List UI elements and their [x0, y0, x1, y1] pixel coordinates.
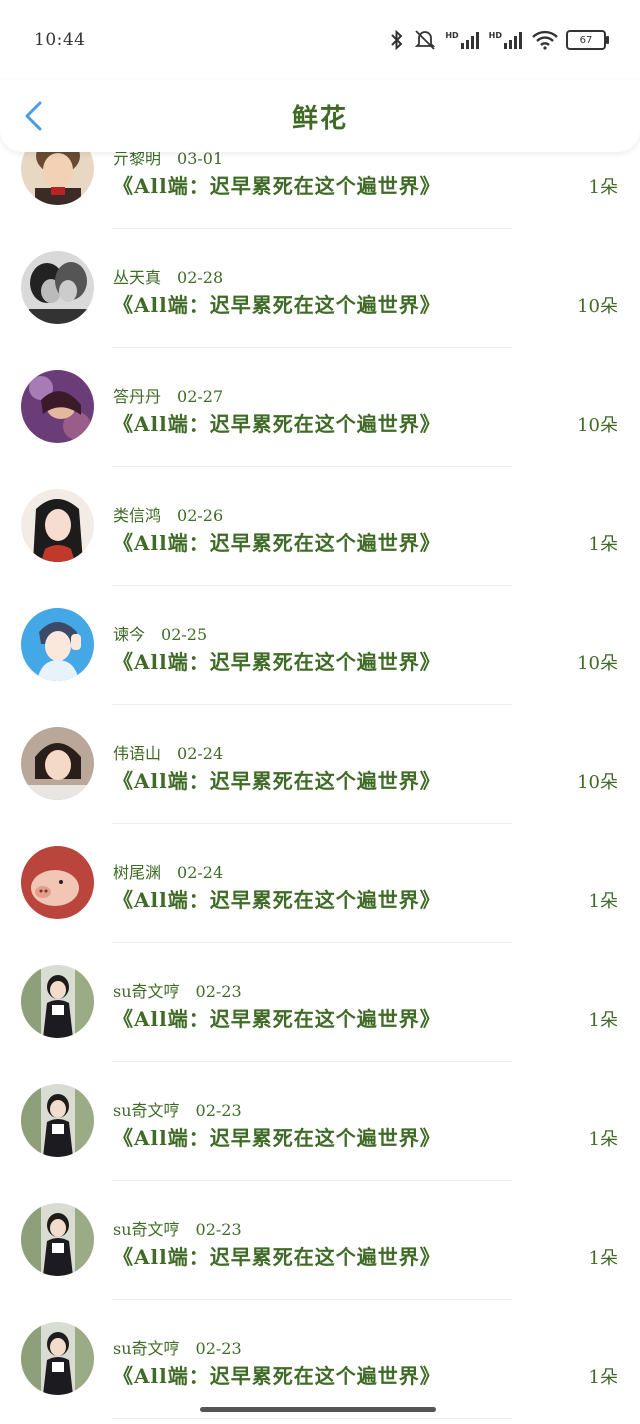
reader-meta: su奇文哼 02-23 [113, 1335, 242, 1359]
reader-name: su奇文哼 [113, 1101, 180, 1120]
flower-count: 1朵 [588, 1010, 618, 1031]
reader-meta: 类信鸿 02-26 [113, 502, 223, 526]
flower-count: 1朵 [588, 1129, 618, 1150]
reader-meta: su奇文哼 02-23 [113, 978, 242, 1002]
list-item[interactable]: su奇文哼 02-23 《All端：迟早累死在这个遍世界》 1朵 [0, 1181, 640, 1300]
battery-icon: 67 [566, 30, 609, 50]
nav-header: 鲜花 [0, 80, 640, 152]
flower-list: 亓黎明 03-01 《All端：迟早累死在这个遍世界》 1朵 丛天真 02-28 《All端… [0, 110, 640, 1419]
list-item[interactable]: 树尾渊 02-24 《All端：迟早累死在这个遍世界》 1朵 [0, 824, 640, 943]
gift-date: 02-28 [177, 268, 224, 287]
back-arrow-icon[interactable] [22, 100, 46, 132]
book-title: 《All端：迟早累死在这个遍世界》 [113, 412, 441, 436]
gift-date: 02-25 [161, 625, 208, 644]
gift-date: 02-23 [195, 1339, 242, 1358]
avatar[interactable] [21, 370, 94, 443]
signal-1: HD [445, 31, 480, 49]
reader-name: 答丹丹 [113, 387, 162, 406]
page-title: 鲜花 [291, 103, 348, 134]
reader-name: su奇文哼 [113, 1339, 180, 1358]
book-title: 《All端：迟早累死在这个遍世界》 [113, 769, 441, 793]
book-title: 《All端：迟早累死在这个遍世界》 [113, 174, 441, 198]
avatar[interactable] [21, 251, 94, 324]
flower-count: 1朵 [588, 891, 618, 912]
gift-date: 02-23 [195, 1101, 242, 1120]
mute-icon [415, 30, 436, 50]
gift-date: 02-23 [195, 1220, 242, 1239]
book-title: 《All端：迟早累死在这个遍世界》 [113, 531, 441, 555]
gift-date: 02-23 [195, 982, 242, 1001]
list-item[interactable]: su奇文哼 02-23 《All端：迟早累死在这个遍世界》 1朵 [0, 943, 640, 1062]
list-item[interactable]: su奇文哼 02-23 《All端：迟早累死在这个遍世界》 1朵 [0, 1062, 640, 1181]
flower-count: 1朵 [588, 177, 618, 198]
avatar[interactable] [21, 608, 94, 681]
reader-meta: 伟语山 02-24 [113, 740, 223, 764]
reader-name: 类信鸿 [113, 506, 162, 525]
reader-name: su奇文哼 [113, 1220, 180, 1239]
bluetooth-icon [391, 29, 403, 51]
status-bar: 10:44 HD HD 67 [0, 0, 640, 80]
reader-meta: 谏今 02-25 [113, 621, 207, 645]
avatar[interactable] [21, 846, 94, 919]
book-title: 《All端：迟早累死在这个遍世界》 [113, 1126, 441, 1150]
battery-level: 67 [579, 34, 593, 46]
avatar[interactable] [21, 1084, 94, 1157]
reader-name: su奇文哼 [113, 982, 180, 1001]
reader-meta: su奇文哼 02-23 [113, 1216, 242, 1240]
flower-count: 1朵 [588, 1248, 618, 1269]
reader-meta: su奇文哼 02-23 [113, 1097, 242, 1121]
signal-2: HD [489, 31, 524, 49]
book-title: 《All端：迟早累死在这个遍世界》 [113, 293, 441, 317]
list-item[interactable]: 类信鸿 02-26 《All端：迟早累死在这个遍世界》 1朵 [0, 467, 640, 586]
reader-name: 树尾渊 [113, 863, 162, 882]
status-icons: HD HD 67 [389, 29, 609, 51]
book-title: 《All端：迟早累死在这个遍世界》 [113, 1007, 441, 1031]
wifi-icon [532, 30, 558, 50]
book-title: 《All端：迟早累死在这个遍世界》 [113, 888, 441, 912]
avatar[interactable] [21, 489, 94, 562]
reader-meta: 丛天真 02-28 [113, 264, 223, 288]
book-title: 《All端：迟早累死在这个遍世界》 [113, 1245, 441, 1269]
flower-count: 10朵 [577, 653, 618, 674]
signal-bars-icon [460, 32, 479, 49]
avatar[interactable] [21, 965, 94, 1038]
signal-bars-icon [504, 32, 522, 49]
list-item[interactable]: 谏今 02-25 《All端：迟早累死在这个遍世界》 10朵 [0, 586, 640, 705]
home-indicator[interactable] [200, 1407, 436, 1412]
avatar[interactable] [21, 1203, 94, 1276]
gift-date: 02-26 [177, 506, 224, 525]
flower-count: 10朵 [577, 772, 618, 793]
reader-meta: 树尾渊 02-24 [113, 859, 223, 883]
list-item[interactable]: 丛天真 02-28 《All端：迟早累死在这个遍世界》 10朵 [0, 229, 640, 348]
flower-count: 10朵 [577, 415, 618, 436]
reader-name: 伟语山 [113, 744, 162, 763]
book-title: 《All端：迟早累死在这个遍世界》 [113, 650, 441, 674]
divider [112, 1418, 512, 1419]
reader-name: 丛天真 [113, 268, 162, 287]
gift-date: 02-27 [177, 387, 224, 406]
reader-name: 谏今 [113, 625, 146, 644]
list-item[interactable]: su奇文哼 02-23 《All端：迟早累死在这个遍世界》 1朵 [0, 1300, 640, 1419]
flower-count: 1朵 [588, 1367, 618, 1388]
status-time: 10:44 [34, 30, 86, 50]
avatar[interactable] [21, 1322, 94, 1395]
flower-count: 1朵 [588, 534, 618, 555]
gift-date: 02-24 [177, 863, 224, 882]
book-title: 《All端：迟早累死在这个遍世界》 [113, 1364, 441, 1388]
list-item[interactable]: 伟语山 02-24 《All端：迟早累死在这个遍世界》 10朵 [0, 705, 640, 824]
reader-meta: 答丹丹 02-27 [113, 383, 223, 407]
flower-count: 10朵 [577, 296, 618, 317]
list-item[interactable]: 答丹丹 02-27 《All端：迟早累死在这个遍世界》 10朵 [0, 348, 640, 467]
gift-date: 02-24 [177, 744, 224, 763]
avatar[interactable] [21, 727, 94, 800]
